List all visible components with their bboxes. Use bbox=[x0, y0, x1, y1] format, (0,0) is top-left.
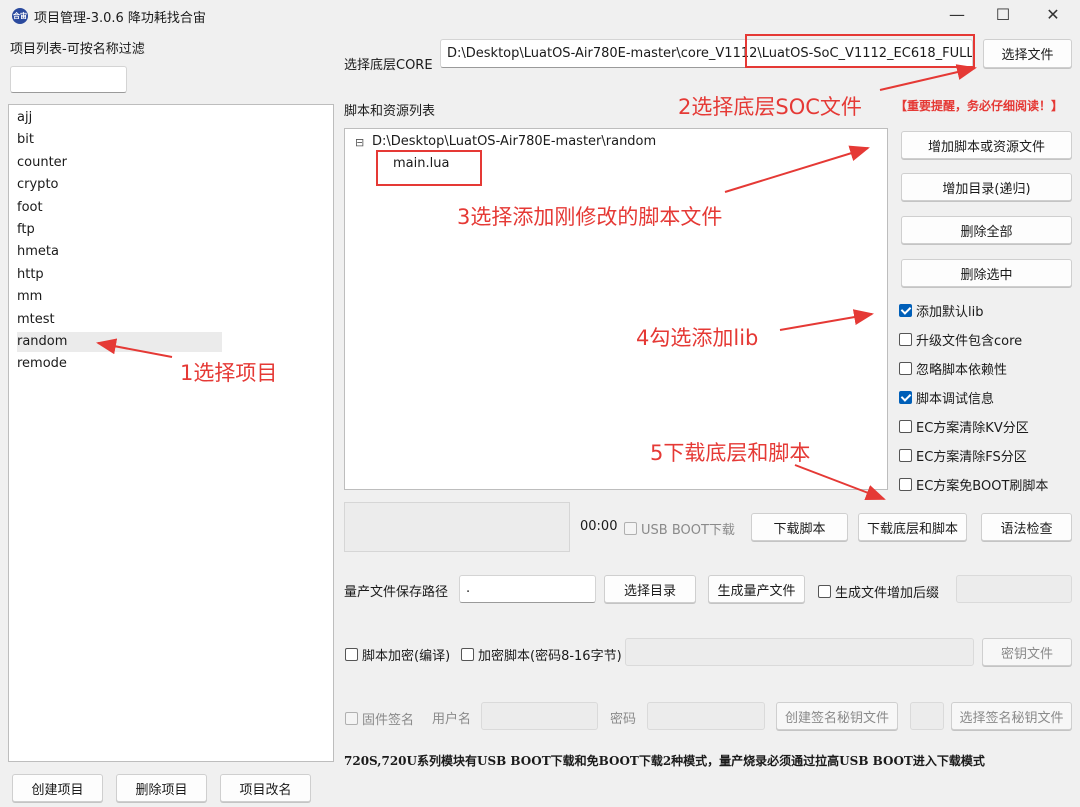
arrow-step-3 bbox=[724, 145, 870, 193]
arrow-step-2 bbox=[879, 64, 977, 91]
annotation-arrows bbox=[96, 64, 977, 501]
arrow-step-1 bbox=[96, 338, 173, 358]
arrow-step-4 bbox=[779, 309, 874, 331]
arrow-step-5 bbox=[794, 464, 886, 501]
